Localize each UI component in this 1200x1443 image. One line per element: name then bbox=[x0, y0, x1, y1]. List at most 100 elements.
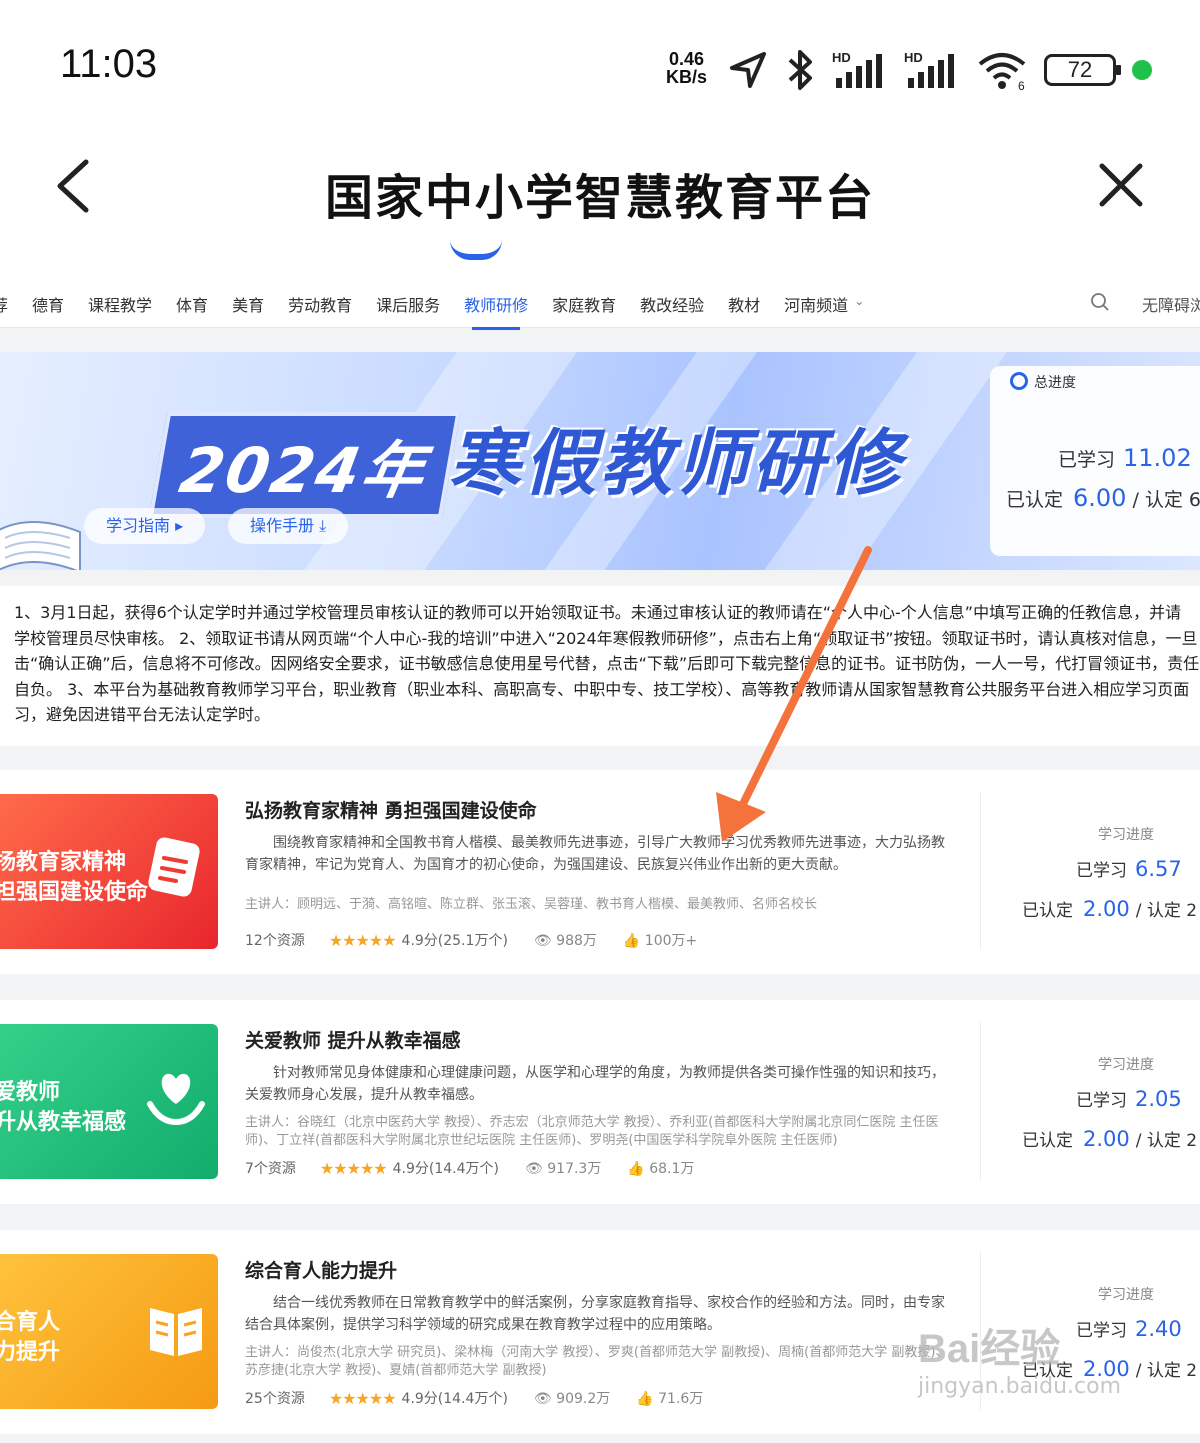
rating-stars-icon: ★★★★★ bbox=[319, 1158, 388, 1178]
course-description: 围绕教育家精神和全国教书育人楷模、最美教师先进事迹，引导广大教师学习优秀教师先进… bbox=[245, 835, 945, 873]
notice-line: 习，避免因进错平台无法认定学时。 bbox=[14, 705, 271, 724]
network-speed: 0.46 KB/s bbox=[666, 50, 707, 86]
like-count: 👍 68.1万 bbox=[627, 1161, 695, 1177]
course-thumbnail[interactable]: 合育人 力提升 bbox=[0, 1254, 218, 1409]
nav-item[interactable]: 课程教学 bbox=[88, 292, 152, 316]
learned-label: 已学习 bbox=[1076, 1091, 1127, 1111]
course-meta: 25个资源 ★★★★★ 4.9分(14.4万个) 👁 909.2万 👍 71.6… bbox=[245, 1388, 703, 1408]
banner-headline: 寒假教师研修 bbox=[448, 421, 905, 505]
rating-stars-icon: ★★★★★ bbox=[328, 1388, 397, 1408]
course-progress-title: 学习进度 bbox=[1098, 1057, 1154, 1073]
certified-label: 已认定 bbox=[1022, 901, 1073, 921]
total-progress-label: 总进度 bbox=[1034, 375, 1076, 391]
status-icons: HD HD 6 72 bbox=[728, 48, 1152, 92]
svg-text:6: 6 bbox=[1018, 79, 1025, 90]
nav-item[interactable]: 荐 bbox=[0, 292, 8, 316]
certified-suffix: / 认定 2 bbox=[1135, 1131, 1198, 1151]
progress-ring-icon bbox=[1010, 372, 1028, 390]
chevron-down-icon[interactable]: ⌄ bbox=[854, 294, 864, 318]
course-meta: 12个资源 ★★★★★ 4.9分(25.1万个) 👁 988万 👍 100万+ bbox=[245, 930, 697, 950]
battery-indicator: 72 bbox=[1044, 54, 1121, 86]
signal-hd-icon: HD bbox=[832, 50, 882, 88]
learned-value: 11.02 bbox=[1123, 444, 1192, 472]
certified-suffix: / 认定 2 bbox=[1135, 901, 1198, 921]
course-title[interactable]: 综合育人能力提升 bbox=[245, 1256, 397, 1283]
title-bar: 国家中小学智慧教育平台 bbox=[0, 130, 1200, 240]
learned-value: 2.40 bbox=[1135, 1317, 1182, 1341]
signal-hd-icon-2: HD bbox=[904, 50, 954, 88]
like-count: 👍 71.6万 bbox=[636, 1391, 704, 1407]
document-icon bbox=[148, 837, 200, 897]
nav-item[interactable]: 课后服务 bbox=[376, 292, 440, 316]
course-lecturers: 主讲人：尚俊杰(北京大学 研究员)、梁林梅（河南大学 教授）、罗爽(首都师范大学… bbox=[245, 1345, 949, 1378]
wifi-icon: 6 bbox=[978, 53, 1026, 90]
learned-label: 已学习 bbox=[1076, 861, 1127, 881]
nav-item[interactable]: 美育 bbox=[232, 292, 264, 316]
course-lecturers: 主讲人：谷晓红（北京中医药大学 教授）、乔志宏（北京师范大学 教授）、乔利亚(首… bbox=[245, 1115, 939, 1148]
course-meta: 7个资源 ★★★★★ 4.9分(14.4万个) 👁 917.3万 👍 68.1万 bbox=[245, 1158, 694, 1178]
certificate-notice: 1、3月1日起，获得6个认定学时并通过学校管理员审核认证的教师可以开始领取证书。… bbox=[0, 586, 1200, 746]
nav-item[interactable]: 家庭教育 bbox=[552, 292, 616, 316]
course-description: 针对教师常见身体健康和心理健康问题，从医学和心理学的角度，为教师提供各类可操作性… bbox=[245, 1065, 945, 1103]
course-certified: 已认定 2.00/ 认定 2 bbox=[1022, 1126, 1197, 1151]
nav-item[interactable]: 教改经验 bbox=[640, 292, 704, 316]
nav-item[interactable]: 河南频道 bbox=[784, 292, 848, 316]
heart-hand-icon bbox=[147, 1073, 205, 1126]
nav-item[interactable]: 劳动教育 bbox=[288, 292, 352, 316]
certified-label: 已认定 bbox=[1022, 1131, 1073, 1151]
search-icon[interactable] bbox=[1090, 292, 1110, 312]
learned-value: 2.05 bbox=[1135, 1087, 1182, 1111]
thumbnail-line: 合育人 bbox=[0, 1310, 61, 1335]
total-certified: 已认定 6.00/ 认定 6 bbox=[1006, 484, 1200, 512]
network-speed-value: 0.46 bbox=[668, 49, 705, 69]
course-progress-title: 学习进度 bbox=[1098, 1287, 1154, 1303]
course-title[interactable]: 关爱教师 提升从教幸福感 bbox=[245, 1026, 461, 1053]
bluetooth-icon bbox=[788, 50, 812, 90]
view-count: 👁 988万 bbox=[533, 933, 597, 949]
nav-item[interactable]: 教材 bbox=[728, 292, 760, 316]
privacy-dot bbox=[1132, 60, 1152, 80]
watermark-brand: Bai经验 bbox=[918, 1327, 1061, 1371]
course-certified: 已认定 2.00/ 认定 2 bbox=[1022, 896, 1197, 921]
svg-text:HD: HD bbox=[832, 50, 851, 65]
channel-nav: 荐德育 课程教学 体育 美育 劳动教育 课后服务 教师研修 家庭教育 教改经验 教材 河南频道 ⌄ 无… bbox=[0, 240, 1200, 330]
logo-fragment bbox=[450, 240, 502, 260]
view-count-value: 917.3万 bbox=[547, 1161, 602, 1177]
thumbnail-line: 力提升 bbox=[0, 1340, 61, 1365]
course-thumbnail[interactable]: 爱教师 升从教幸福感 bbox=[0, 1024, 218, 1179]
notice-line: 1、3月1日起，获得6个认定学时并通过学校管理员审核认证的教师可以开始领取证书。… bbox=[14, 603, 1182, 622]
baidu-watermark: Bai经验 jingyan.baidu.com bbox=[918, 1316, 1121, 1399]
nav-item[interactable]: 体育 bbox=[176, 292, 208, 316]
accessibility-link[interactable]: 无障碍浏 bbox=[1142, 292, 1200, 316]
thumbnail-line: 升从教幸福感 bbox=[0, 1110, 127, 1135]
nav-items: 荐德育 课程教学 体育 美育 劳动教育 课后服务 教师研修 家庭教育 教改经验 教材 河南频道 ⌄ bbox=[0, 292, 888, 330]
certified-value: 2.00 bbox=[1083, 897, 1130, 921]
nav-item[interactable]: 教师研修 bbox=[464, 292, 528, 330]
learned-label: 已学习 bbox=[1058, 449, 1116, 471]
user-manual-button[interactable]: 操作手册 ⤓ bbox=[228, 508, 349, 544]
course-learned: 已学习 6.57 bbox=[1076, 856, 1182, 881]
course-title[interactable]: 弘扬教育家精神 勇担强国建设使命 bbox=[245, 796, 537, 823]
view-count: 👁 917.3万 bbox=[525, 1161, 602, 1177]
like-count: 👍 100万+ bbox=[622, 933, 698, 949]
like-count-value: 100万+ bbox=[644, 933, 698, 949]
total-progress-panel: 总进度 已学习 11.02 已认定 6.00/ 认定 6 bbox=[990, 366, 1200, 556]
course-thumbnail[interactable]: 扬教育家精神 担强国建设使命 bbox=[0, 794, 218, 949]
study-guide-button[interactable]: 学习指南 ▸ bbox=[84, 508, 206, 544]
view-count-value: 909.2万 bbox=[556, 1391, 611, 1407]
course-card[interactable]: 扬教育家精神 担强国建设使命 弘扬教育家精神 勇担强国建设使命 围绕教育家精神和… bbox=[0, 770, 1200, 974]
rating-text: 4.9分(14.4万个) bbox=[392, 1161, 500, 1177]
close-icon[interactable] bbox=[1096, 160, 1146, 210]
like-count-value: 68.1万 bbox=[649, 1161, 695, 1177]
nav-item[interactable]: 德育 bbox=[32, 292, 64, 316]
total-learned: 已学习 11.02 bbox=[1058, 444, 1192, 472]
thumbnail-line: 担强国建设使命 bbox=[0, 880, 149, 905]
svg-text:HD: HD bbox=[904, 50, 923, 65]
certified-value: 2.00 bbox=[1083, 1127, 1130, 1151]
network-speed-unit: KB/s bbox=[666, 67, 708, 87]
card-divider bbox=[980, 1022, 981, 1180]
course-progress-title: 学习进度 bbox=[1098, 827, 1154, 843]
card-divider bbox=[980, 792, 981, 950]
course-card[interactable]: 爱教师 升从教幸福感 关爱教师 提升从教幸福感 针对教师常见身体健康和心理健康问… bbox=[0, 1000, 1200, 1204]
resource-count: 25个资源 bbox=[245, 1391, 305, 1407]
